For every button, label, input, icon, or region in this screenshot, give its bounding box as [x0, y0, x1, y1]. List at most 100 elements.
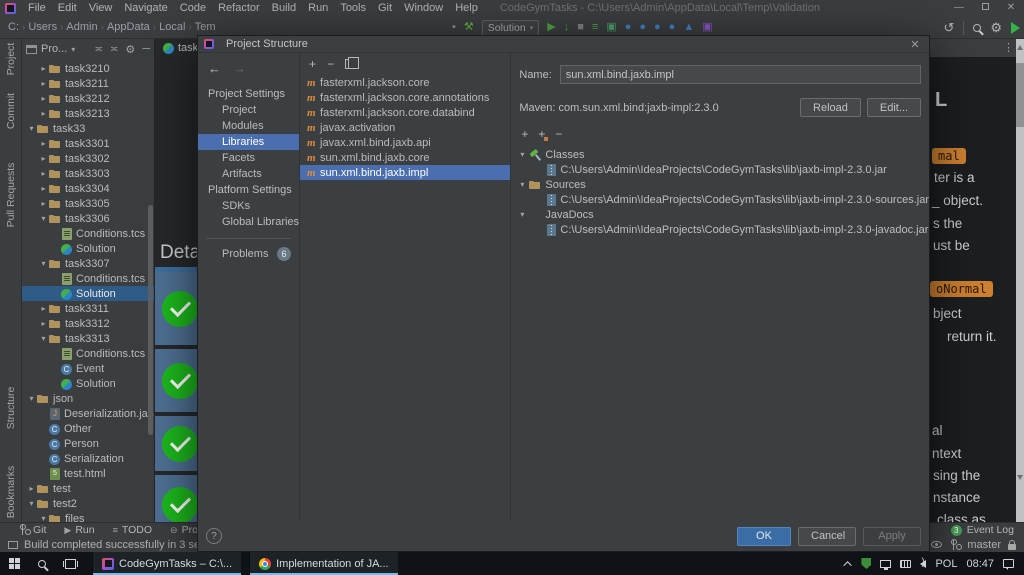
upload-icon[interactable]: ▲: [683, 22, 694, 33]
nav-item-modules[interactable]: Modules: [198, 118, 299, 134]
menu-help[interactable]: Help: [449, 2, 484, 14]
taskbar-search-button[interactable]: [28, 552, 56, 575]
copy-library-icon[interactable]: [345, 57, 360, 69]
nav-item-global-libraries[interactable]: Global Libraries: [198, 214, 299, 230]
tree-row[interactable]: ▸ task3210: [22, 61, 154, 76]
profiler-icon[interactable]: ●: [654, 22, 661, 33]
breadcrumb-item[interactable]: Local: [159, 21, 185, 33]
defender-shield-icon[interactable]: [861, 558, 872, 569]
menu-build[interactable]: Build: [266, 2, 302, 14]
chevron-collapsed-icon[interactable]: ▸: [38, 79, 49, 88]
close-button[interactable]: ✕: [998, 0, 1024, 16]
tree-row[interactable]: ▸ task3312: [22, 316, 154, 331]
undo-icon[interactable]: ↺: [943, 21, 954, 34]
settings-gear-icon[interactable]: ⚙: [990, 21, 1002, 34]
event-log-button[interactable]: Event Log: [967, 524, 1014, 536]
tree-row[interactable]: Conditions.tcs: [22, 271, 154, 286]
root-group-row[interactable]: ▾ JavaDocs: [511, 207, 929, 222]
menu-edit[interactable]: Edit: [52, 2, 83, 14]
chevron-collapsed-icon[interactable]: ▸: [38, 319, 49, 328]
tree-row[interactable]: ▸ task3302: [22, 151, 154, 166]
back-arrow-icon[interactable]: ←: [208, 61, 221, 76]
scroll-up-icon[interactable]: [1017, 45, 1023, 50]
tree-row[interactable]: C Other: [22, 421, 154, 436]
scrollbar-thumb[interactable]: [1016, 63, 1024, 127]
add-root-icon[interactable]: +: [521, 127, 528, 141]
update-icon[interactable]: ↓: [564, 22, 570, 33]
menu-file[interactable]: File: [22, 2, 52, 14]
tree-row[interactable]: ▸ task3305: [22, 196, 154, 211]
dock-label-structure[interactable]: Structure: [5, 387, 17, 430]
breadcrumb-item[interactable]: C:: [8, 21, 19, 33]
breadcrumb-item[interactable]: Users: [28, 21, 57, 33]
run-icon[interactable]: ▶: [547, 22, 555, 33]
kebab-menu-icon[interactable]: ⋮: [1003, 41, 1014, 54]
menu-code[interactable]: Code: [174, 2, 212, 14]
panel-settings-gear-icon[interactable]: ⚙: [125, 43, 135, 56]
root-path-row[interactable]: C:\Users\Admin\IdeaProjects\CodeGymTasks…: [511, 162, 929, 177]
nav-item-facets[interactable]: Facets: [198, 150, 299, 166]
input-indicator-icon[interactable]: [900, 559, 912, 568]
tree-row[interactable]: Solution: [22, 241, 154, 256]
tree-row[interactable]: Solution: [22, 286, 154, 301]
network-icon[interactable]: [880, 560, 892, 570]
menu-refactor[interactable]: Refactor: [212, 2, 266, 14]
start-button[interactable]: [0, 552, 28, 575]
tool-window-toggle-icon[interactable]: [8, 540, 18, 549]
plugin-icon[interactable]: ▣: [702, 22, 712, 33]
tree-row[interactable]: Conditions.tcs: [22, 346, 154, 361]
chevron-expanded-icon[interactable]: ▾: [38, 214, 49, 223]
tree-row[interactable]: C Person: [22, 436, 154, 451]
dock-button-git[interactable]: Git: [18, 524, 46, 536]
forward-arrow-icon[interactable]: →: [233, 61, 246, 76]
root-group-row[interactable]: ▾ Classes: [511, 147, 929, 162]
tree-row[interactable]: ▾ files: [22, 511, 154, 522]
menu-view[interactable]: View: [83, 2, 119, 14]
profiler-icon[interactable]: ●: [625, 22, 632, 33]
chevron-expanded-icon[interactable]: ▾: [26, 499, 37, 508]
nav-item-problems[interactable]: Problems 6: [198, 245, 299, 263]
edit-button[interactable]: Edit...: [866, 98, 921, 117]
git-branch-label[interactable]: master: [967, 539, 1001, 551]
chevron-expanded-icon[interactable]: ▾: [38, 259, 49, 268]
volume-icon[interactable]: [920, 557, 927, 568]
project-view-selector[interactable]: Pro...: [41, 43, 67, 55]
tree-row[interactable]: ▸ task3311: [22, 301, 154, 316]
tree-row[interactable]: ▾ task3313: [22, 331, 154, 346]
dialog-close-icon[interactable]: ✕: [907, 38, 923, 51]
breadcrumb-item[interactable]: Admin: [66, 21, 97, 33]
chevron-collapsed-icon[interactable]: ▸: [38, 169, 49, 178]
taskbar-app-chrome[interactable]: Implementation of JA...: [249, 552, 398, 575]
hide-panel-icon[interactable]: ─: [142, 43, 150, 55]
tree-row[interactable]: J Deserialization.java: [22, 406, 154, 421]
library-list-item[interactable]: m fasterxml.jackson.core.databind: [300, 105, 510, 120]
dock-button-todo[interactable]: ≡ TODO: [113, 524, 152, 536]
chevron-collapsed-icon[interactable]: ▸: [38, 109, 49, 118]
build-hammer-icon[interactable]: ⚒: [464, 22, 474, 33]
tree-row[interactable]: ▸ task3301: [22, 136, 154, 151]
reload-button[interactable]: Reload: [800, 98, 861, 117]
tree-row[interactable]: ▸ task3304: [22, 181, 154, 196]
build-list-icon[interactable]: ≡: [592, 22, 598, 33]
chevron-collapsed-icon[interactable]: ▸: [38, 304, 49, 313]
maximize-button[interactable]: [972, 0, 998, 16]
expand-all-icon[interactable]: ≍: [95, 44, 103, 55]
chevron-collapsed-icon[interactable]: ▸: [38, 184, 49, 193]
help-icon[interactable]: ?: [206, 528, 222, 544]
taskbar-app-intellij[interactable]: CodeGymTasks – C:\...: [92, 552, 242, 575]
tree-row[interactable]: ▾ task3307: [22, 256, 154, 271]
root-path-row[interactable]: C:\Users\Admin\IdeaProjects\CodeGymTasks…: [511, 192, 929, 207]
reader-mode-eye-icon[interactable]: [931, 541, 943, 548]
remove-library-icon[interactable]: −: [327, 57, 334, 71]
chevron-expanded-icon[interactable]: ▾: [515, 150, 529, 159]
chevron-collapsed-icon[interactable]: ▸: [38, 154, 49, 163]
chevron-collapsed-icon[interactable]: ▸: [26, 484, 37, 493]
dock-label-pull-requests[interactable]: Pull Requests: [5, 163, 17, 228]
library-list-item[interactable]: m javax.activation: [300, 120, 510, 135]
action-center-icon[interactable]: [1003, 559, 1014, 570]
nav-item-artifacts[interactable]: Artifacts: [198, 166, 299, 182]
chevron-expanded-icon[interactable]: ▾: [26, 124, 37, 133]
library-name-input[interactable]: [559, 65, 921, 84]
library-list-item[interactable]: m sun.xml.bind.jaxb.impl: [300, 165, 511, 180]
tree-row[interactable]: ▸ task3211: [22, 76, 154, 91]
